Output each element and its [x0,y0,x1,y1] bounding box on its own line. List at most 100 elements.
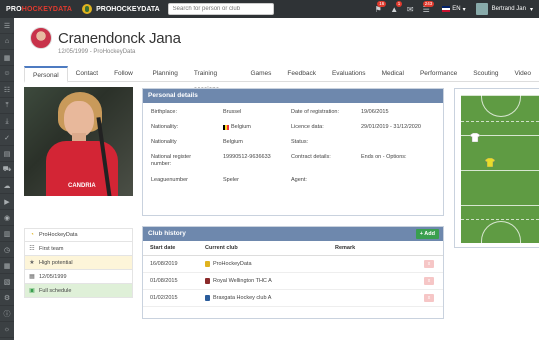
main-content: Cranendonck Jana 12/05/1999 - ProHockeyD… [14,18,539,340]
nationality2-value: Belgium [223,139,243,145]
personal-details-panel: Personal details Birthplace: Brussel Nat… [142,88,444,216]
notifications-badge: 16 [377,1,387,7]
search-input[interactable] [167,3,274,15]
profile-header: Cranendonck Jana 12/05/1999 - ProHockeyD… [30,27,181,55]
camera-icon[interactable]: ◉ [0,210,14,226]
club-name: ProHockeyData [213,261,252,267]
chart-icon[interactable]: ▥ [0,226,14,242]
club-name: Braxgata Hockey club A [213,295,272,301]
tab-follow-up[interactable]: Follow up [106,66,144,93]
tab-scouting[interactable]: Scouting [465,66,506,82]
belgium-flag-icon [223,124,229,130]
contract-label: Contract details: [291,154,331,160]
club-logo-icon: ◔ [30,232,34,238]
sidebar: ☰ ⌂ ▦ ☺ ☷ ⤒ ⤓ ✓ ▤ ⛟ ☁ ▶ ◉ ▥ ◷ ▦ ▧ ⚙ ⓘ ☼ [0,18,14,340]
top-bar: PROHOCKEYDATA PROHOCKEYDATA ⚑16 ▲1 ✉ ☰24… [0,0,539,18]
nationality2-label: Nationality [151,139,177,145]
info-item-label: First team [39,245,64,252]
avatar [475,3,488,15]
upload-icon[interactable]: ⤒ [0,98,14,114]
contract-value: Ends on - Options: [361,154,407,160]
info-item: ☷ First team [24,242,133,256]
calendar-icon[interactable]: ▦ [0,50,14,66]
column-header: Remark [335,245,356,251]
language-selector[interactable]: EN ▾ [442,6,466,13]
user-name: Bertrand Jan [491,6,526,12]
club-name: PROHOCKEYDATA [96,5,160,13]
tab-personal[interactable]: Personal [24,66,68,83]
league-value: Speler [223,177,239,183]
info-item-label: High potential [39,259,73,266]
club-cell: ProHockeyData [205,261,335,267]
page-subtitle: 12/05/1999 - ProHockeyData [58,49,136,55]
messages-icon[interactable]: ☰ 243 [418,0,435,18]
agent-label: Agent: [291,177,307,183]
tab-bar: PersonalContactFollow upPlanningTraining… [24,66,539,93]
table-header: Start date Current club Remark [143,241,443,256]
position-field-panel [454,88,539,248]
tab-medical[interactable]: Medical [374,66,412,82]
table-row: 01/02/2015 Braxgata Hockey club A x [143,290,443,307]
film-icon[interactable]: ▶ [0,194,14,210]
messages-badge: 243 [422,1,435,7]
tab-performance[interactable]: Performance [412,66,465,82]
chat-icon[interactable]: ✉ [402,0,418,18]
column-header: Start date [150,245,176,251]
clipboard-icon[interactable]: ▤ [0,146,14,162]
add-club-button[interactable]: + Add [415,229,439,239]
club-cell: Braxgata Hockey club A [205,295,335,301]
grid-icon[interactable]: ▦ [0,258,14,274]
logo-hockeydata: HOCKEYDATA [21,5,73,13]
hockey-field [460,94,539,244]
menu-icon[interactable]: ☰ [0,18,14,34]
schedule-icon: ▣ [29,288,35,294]
info-item-label: 12/05/1999 [39,273,67,280]
status-label: Status: [291,139,309,145]
alerts-icon[interactable]: ▲ 1 [386,0,403,18]
chevron-down-icon: ▾ [529,6,533,13]
panel-title: Club history [148,230,186,237]
cloud-icon[interactable]: ☁ [0,178,14,194]
bulb-icon[interactable]: ☼ [0,322,14,338]
birthplace-value: Brussel [223,109,242,115]
player-info-list: ◔ ProHockeyData ☷ First team ★ High potential… [24,228,133,298]
tab-games[interactable]: Games [242,66,279,82]
club-logo-icon [82,4,93,14]
cart-icon[interactable]: ⛟ [0,162,14,178]
tab-evaluations[interactable]: Evaluations [324,66,374,82]
birthplace-label: Birthplace: [151,109,177,115]
book-icon[interactable]: ▧ [0,274,14,290]
player-jersey-yellow-icon[interactable] [485,158,495,167]
users-icon[interactable]: ☷ [0,82,14,98]
person-icon[interactable]: ☺ [0,66,14,82]
licence-value: 29/01/2019 - 31/12/2020 [361,124,421,130]
panel-title: Personal details [143,89,443,103]
home-icon[interactable]: ⌂ [0,34,14,50]
flag-icon [442,6,451,12]
app-logo[interactable]: PRO HOCKEYDATA [0,0,72,18]
player-jersey-white-icon[interactable] [470,133,480,142]
nationality-value: Belgium [223,124,251,130]
info-icon[interactable]: ⓘ [0,306,14,322]
tab-contact[interactable]: Contact [68,66,106,82]
star-icon: ★ [29,260,35,266]
clock-icon[interactable]: ◷ [0,242,14,258]
settings-icon[interactable]: ⚙ [0,290,14,306]
register-label: National register number: [151,154,192,167]
start-date-cell: 01/02/2015 [150,295,178,301]
club-selector[interactable]: PROHOCKEYDATA [82,4,160,14]
tab-training-sessions[interactable]: Training sessions [186,66,243,93]
delete-button[interactable]: x [424,260,434,268]
reg-date-value: 19/06/2015 [361,109,389,115]
tab-feedback[interactable]: Feedback [279,66,324,82]
delete-button[interactable]: x [424,294,434,302]
tab-video[interactable]: Video [506,66,539,82]
tab-planning[interactable]: Planning [145,66,186,82]
user-menu[interactable]: Bertrand Jan ▾ [475,3,533,15]
check-icon[interactable]: ✓ [0,130,14,146]
info-item: ★ High potential [24,256,133,270]
delete-button[interactable]: x [424,277,434,285]
shirt-text: CANDRIA [68,183,96,189]
notifications-icon[interactable]: ⚑ 16 [370,0,387,18]
download-icon[interactable]: ⤓ [0,114,14,130]
